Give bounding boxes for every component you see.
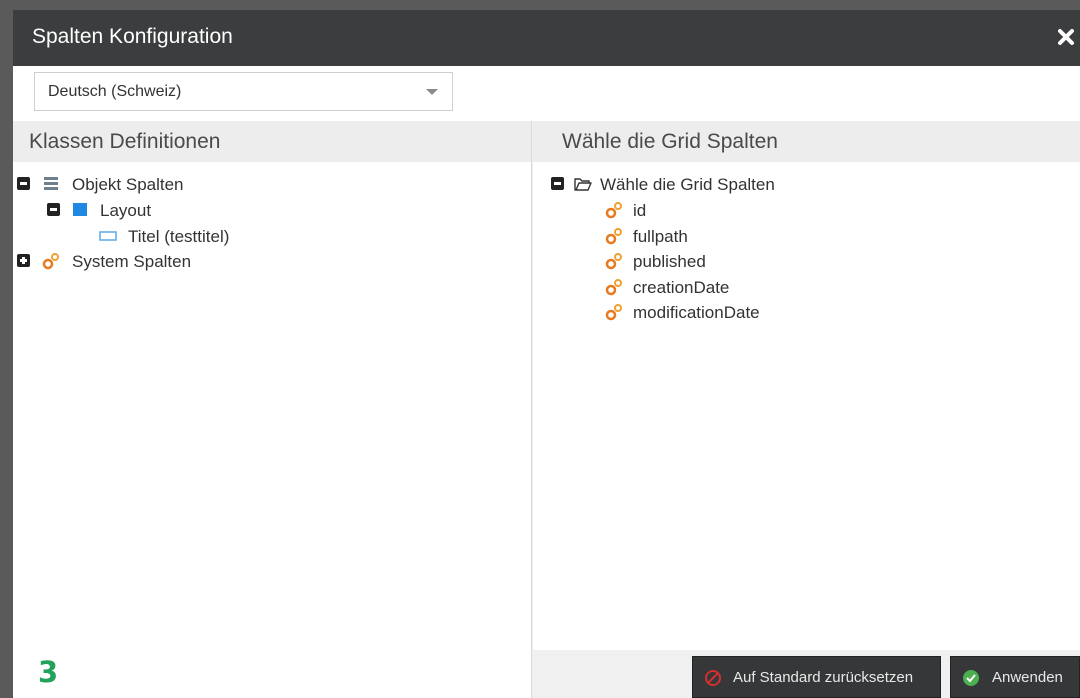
reset-to-default-button[interactable]: Auf Standard zurücksetzen: [692, 656, 941, 698]
gears-icon: [604, 302, 624, 322]
tree-node-titel[interactable]: Titel (testtitel): [98, 225, 258, 247]
collapse-icon[interactable]: [47, 203, 60, 216]
dialog-button-bar: Auf Standard zurücksetzen Anwenden: [533, 650, 1080, 698]
tree-node-layout[interactable]: Layout: [47, 199, 197, 221]
grid-column-item[interactable]: id: [604, 199, 694, 221]
grid-column-label: creationDate: [633, 278, 730, 297]
close-icon[interactable]: [1056, 26, 1076, 48]
tree-label: Wähle die Grid Spalten: [600, 175, 775, 194]
layout-icon: [70, 200, 90, 220]
gears-icon: [604, 251, 624, 271]
dialog-titlebar: Spalten Konfiguration: [13, 10, 1080, 66]
tree-node-system-columns[interactable]: System Spalten: [17, 250, 217, 272]
tree-label: Layout: [100, 201, 152, 220]
class-definitions-header: Klassen Definitionen: [13, 121, 531, 162]
apply-button-label: Anwenden: [992, 669, 1063, 686]
chevron-down-icon[interactable]: [426, 89, 438, 95]
grid-column-item[interactable]: modificationDate: [604, 301, 794, 323]
grid-column-item[interactable]: published: [604, 250, 744, 272]
apply-button[interactable]: Anwenden: [950, 656, 1080, 698]
input-field-icon: [98, 226, 118, 246]
gears-icon: [41, 251, 61, 271]
dialog-title: Spalten Konfiguration: [32, 25, 233, 48]
grid-column-label: fullpath: [633, 227, 688, 246]
collapse-icon[interactable]: [551, 177, 564, 190]
folder-open-icon: [573, 174, 593, 194]
tree-label: Objekt Spalten: [72, 175, 184, 194]
grid-column-item[interactable]: creationDate: [604, 276, 764, 298]
grid-column-item[interactable]: fullpath: [604, 225, 724, 247]
grid-column-label: published: [633, 252, 706, 271]
gears-icon: [604, 277, 624, 297]
cancel-icon: [704, 669, 722, 687]
grid-columns-header: Wähle die Grid Spalten: [533, 121, 1080, 162]
gears-icon: [604, 200, 624, 220]
grid-column-label: modificationDate: [633, 303, 760, 322]
collapse-icon[interactable]: [17, 177, 30, 190]
column-config-dialog: Spalten Konfiguration Deutsch (Schweiz) …: [13, 10, 1080, 698]
gears-icon: [604, 226, 624, 246]
reset-button-label: Auf Standard zurücksetzen: [733, 669, 914, 686]
language-select-value: Deutsch (Schweiz): [48, 83, 182, 100]
step-number-watermark: 3: [38, 655, 59, 689]
tree-label: Titel (testtitel): [128, 227, 230, 246]
check-circle-icon: [962, 669, 980, 687]
grid-column-label: id: [633, 201, 647, 220]
tree-label: System Spalten: [72, 252, 192, 271]
language-select[interactable]: Deutsch (Schweiz): [34, 72, 453, 111]
language-row: Deutsch (Schweiz): [13, 66, 1080, 121]
class-definitions-panel: Klassen Definitionen Objekt Spalten Layo…: [13, 121, 532, 698]
tree-node-grid-root[interactable]: Wähle die Grid Spalten: [551, 173, 791, 195]
expand-icon[interactable]: [17, 254, 30, 267]
tree-node-object-columns[interactable]: Objekt Spalten: [17, 173, 217, 195]
class-definitions-title: Klassen Definitionen: [29, 130, 221, 153]
grid-columns-panel: Wähle die Grid Spalten Wähle die Grid Sp…: [533, 121, 1080, 650]
grid-columns-title: Wähle die Grid Spalten: [562, 130, 778, 153]
table-icon: [41, 174, 61, 194]
